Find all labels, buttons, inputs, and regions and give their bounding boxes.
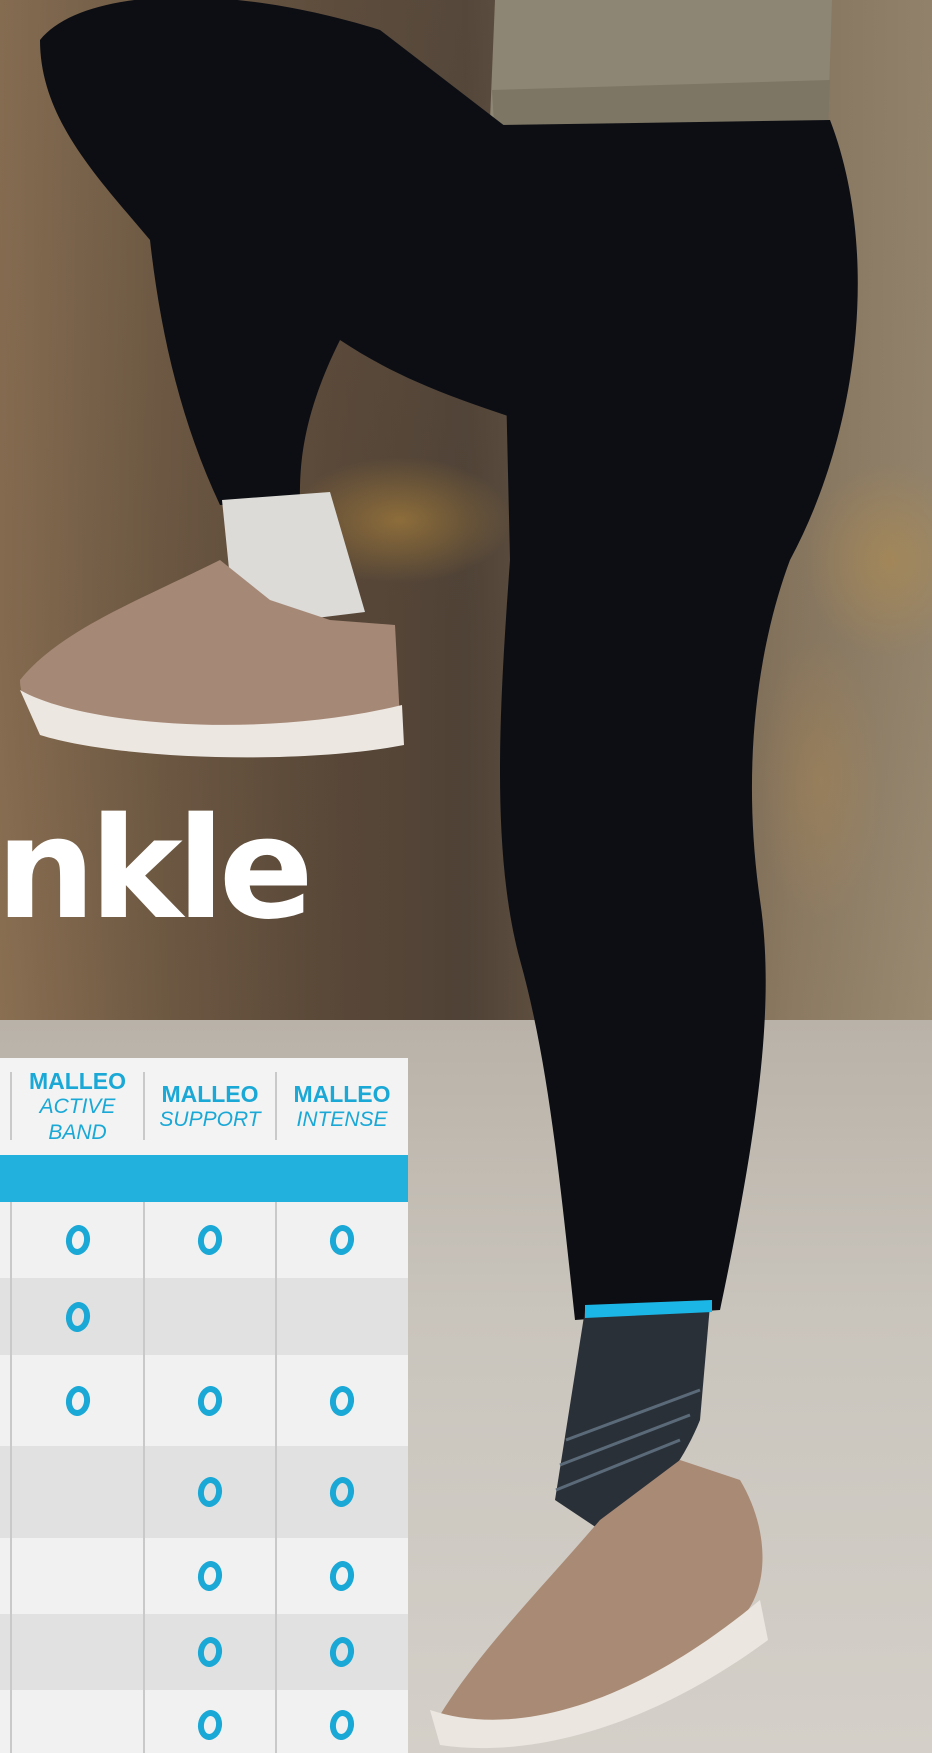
table-row: [0, 1446, 408, 1538]
ring-mark-icon: [196, 1383, 224, 1418]
table-cell: [12, 1446, 143, 1538]
table-cell: [277, 1446, 407, 1538]
table-cell: [277, 1614, 407, 1690]
table-row: [0, 1355, 408, 1446]
ring-mark-icon: [63, 1299, 92, 1334]
table-cell: [12, 1538, 143, 1614]
table-header: MALLEO ACTIVE BAND MALLEO SUPPORT MALLEO…: [0, 1058, 408, 1155]
ring-mark-icon: [196, 1559, 224, 1593]
ring-mark-icon: [196, 1635, 224, 1669]
table-row: [0, 1202, 408, 1278]
column-variant: INTENSE: [296, 1107, 388, 1131]
section-bar: [0, 1155, 408, 1202]
table-cell: [145, 1446, 275, 1538]
table-cell: [12, 1202, 143, 1278]
ring-mark-icon: [328, 1559, 356, 1593]
table-cell: [12, 1355, 143, 1446]
ring-mark-icon: [63, 1223, 92, 1257]
column-variant: ACTIVE: [39, 1094, 116, 1118]
table-cell: [145, 1538, 275, 1614]
ring-mark-icon: [328, 1635, 356, 1669]
ring-mark-icon: [196, 1708, 224, 1742]
column-name: MALLEO: [161, 1080, 259, 1107]
table-cell: [12, 1614, 143, 1690]
ring-mark-icon: [328, 1223, 356, 1257]
ring-mark-icon: [63, 1383, 92, 1418]
ring-mark-icon: [196, 1475, 224, 1509]
column-header-support: MALLEO SUPPORT: [145, 1058, 275, 1155]
table-cell: [145, 1690, 275, 1753]
ring-mark-icon: [328, 1383, 356, 1418]
column-variant: SUPPORT: [159, 1107, 261, 1131]
column-variant: BAND: [48, 1120, 107, 1144]
comparison-table: MALLEO ACTIVE BAND MALLEO SUPPORT MALLEO…: [0, 1058, 408, 1753]
table-cell: [277, 1355, 407, 1446]
ring-mark-icon: [196, 1223, 224, 1257]
ring-mark-icon: [328, 1708, 356, 1742]
column-name: MALLEO: [293, 1080, 391, 1107]
page-title: nkle: [0, 788, 314, 951]
column-header-active-band: MALLEO ACTIVE BAND: [12, 1058, 143, 1155]
table-cell: [277, 1538, 407, 1614]
table-cell: [145, 1614, 275, 1690]
table-row: [0, 1614, 408, 1690]
table-row: [0, 1278, 408, 1355]
table-row: [0, 1690, 408, 1753]
table-cell: [145, 1355, 275, 1446]
table-cell: [145, 1202, 275, 1278]
table-cell: [277, 1202, 407, 1278]
column-header-intense: MALLEO INTENSE: [277, 1058, 407, 1155]
table-cell: [277, 1690, 407, 1753]
column-name: MALLEO: [28, 1067, 127, 1094]
ring-mark-icon: [328, 1475, 356, 1509]
table-body: [0, 1202, 408, 1753]
table-cell: [277, 1278, 407, 1355]
table-cell: [12, 1690, 143, 1753]
table-cell: [12, 1278, 143, 1355]
table-row: [0, 1538, 408, 1614]
table-cell: [145, 1278, 275, 1355]
